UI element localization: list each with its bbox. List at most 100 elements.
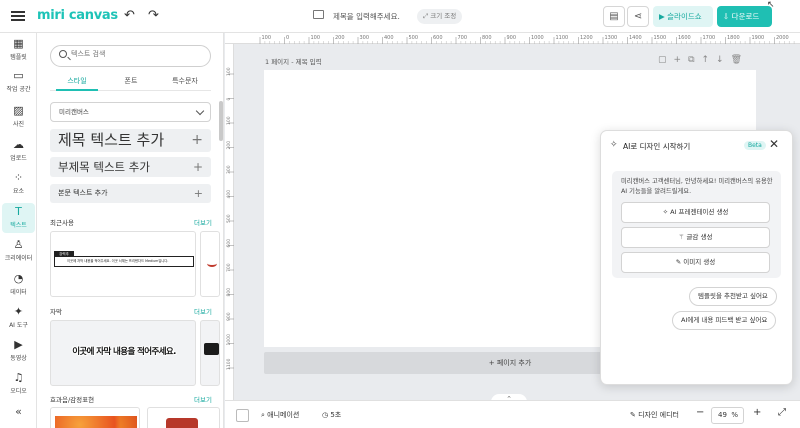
- app-logo[interactable]: miri canvas: [37, 8, 118, 23]
- panel-tabs: 스타일 폰트 특수문자: [50, 73, 211, 91]
- page-thumbnail-toggle[interactable]: [236, 409, 249, 422]
- zoom-value: 49: [718, 411, 727, 419]
- ruler-label: 100: [226, 67, 232, 76]
- left-rail: ▦ 템플릿 ▭ 작업 공간 ▨ 사진 ☁ 업로드 ⁘ 요소 T 텍스트 ♙ 크리에이터 ◔ 데이…: [0, 33, 37, 428]
- rail-item-template[interactable]: ▦ 템플릿: [0, 38, 37, 62]
- add-subtitle-button[interactable]: 부제목 텍스트 추가 +: [50, 157, 211, 177]
- page-header[interactable]: 1 페이지 - 제목 입력: [265, 56, 322, 66]
- subtitle-more-link[interactable]: 더보기: [194, 306, 212, 316]
- upload-icon: ☁: [13, 138, 24, 151]
- ruler-top-ticks: 100 0 100 200 300 400 500 600 700 800 900 1000 1100 1…: [259, 35, 795, 44]
- bottom-bar: ⌕ 애니메이션 ◷ 5초 ✎ 디자인 에디터 − 49% + ⤢: [225, 400, 800, 428]
- rail-item-workspace[interactable]: ▭ 작업 공간: [0, 70, 37, 94]
- recent-more-link[interactable]: 더보기: [194, 217, 212, 227]
- effects-style-card[interactable]: [50, 407, 140, 428]
- menu-icon[interactable]: [11, 9, 25, 23]
- collapse-rail-icon[interactable]: «: [0, 405, 37, 418]
- recent-card-tag: 강력추: [54, 251, 74, 257]
- search-input[interactable]: [71, 50, 201, 58]
- subtitle-style-card-2[interactable]: [200, 320, 220, 386]
- ruler-label: 1900: [752, 35, 765, 41]
- tab-font[interactable]: 폰트: [104, 76, 158, 86]
- rail-item-elements[interactable]: ⁘ 요소: [0, 171, 37, 196]
- duration-button[interactable]: ◷ 5초: [322, 410, 341, 420]
- recent-card-text: 이곳에 자막 내용을 적어주세요. 이곳 서체는 프리텐다드 Medium입니다…: [54, 256, 194, 267]
- ruler-label: 900: [507, 35, 517, 41]
- resize-button[interactable]: ⤢ 크기 조정: [417, 9, 463, 24]
- ruler-label: 700: [226, 263, 232, 272]
- rail-label: 크리에이터: [4, 255, 33, 262]
- rail-label: 데이터: [10, 289, 27, 296]
- rail-item-ai-tool[interactable]: ✦ AI 도구: [0, 305, 37, 330]
- search-box[interactable]: [50, 45, 211, 67]
- move-up-icon[interactable]: ↑: [702, 55, 717, 65]
- effects-style-card-2[interactable]: [147, 407, 220, 428]
- rail-item-data[interactable]: ◔ 데이터: [0, 273, 37, 297]
- document-title[interactable]: 제목을 입력해주세요.: [333, 11, 400, 22]
- zoom-input[interactable]: 49%: [711, 407, 744, 424]
- elements-icon: ⁘: [13, 171, 24, 184]
- ai-writing-button[interactable]: ⚚ 글감 생성: [621, 227, 770, 248]
- ai-message-box: 미리캔버스 고객센터님, 안녕하세요! 미리캔버스의 유용한 AI 기능들을 알…: [612, 171, 781, 278]
- move-down-icon[interactable]: ↓: [716, 55, 731, 65]
- ruler-label: 900: [226, 312, 232, 321]
- copy-icon[interactable]: ⧉: [688, 55, 701, 65]
- ruler-label: 700: [458, 35, 468, 41]
- ruler-label: 400: [384, 35, 394, 41]
- tab-style[interactable]: 스타일: [50, 76, 104, 91]
- rail-item-text[interactable]: T 텍스트: [2, 203, 35, 233]
- template-recommend-chip[interactable]: 템플릿을 추천받고 싶어요: [689, 287, 777, 306]
- sparkle-icon: ✧: [610, 140, 618, 150]
- rail-item-audio[interactable]: ♫ 오디오: [0, 372, 37, 396]
- design-editor-button[interactable]: ✎ 디자인 에디터: [630, 410, 679, 420]
- ai-tool-icon: ✦: [13, 305, 24, 318]
- memo-icon[interactable]: ▢: [658, 55, 674, 65]
- redo-icon[interactable]: ↷: [148, 8, 159, 23]
- ruler-label: 800: [226, 288, 232, 297]
- zoom-out-icon[interactable]: −: [696, 407, 704, 418]
- tab-special-chars[interactable]: 특수문자: [158, 76, 212, 86]
- fit-screen-icon[interactable]: ⤢: [778, 407, 786, 418]
- plus-icon: +: [191, 132, 203, 148]
- panel-scrollbar[interactable]: [219, 101, 223, 141]
- undo-icon[interactable]: ↶: [124, 8, 135, 23]
- ai-feedback-chip[interactable]: AI에게 내용 피드백 받고 싶어요: [672, 311, 777, 330]
- rail-label: 업로드: [10, 155, 27, 162]
- ai-image-button[interactable]: ✎ 이미지 생성: [621, 252, 770, 273]
- ruler-label: 500: [226, 214, 232, 223]
- ruler-label: 1100: [226, 358, 232, 370]
- rail-item-photo[interactable]: ▨ 사진: [0, 105, 37, 129]
- add-title-button[interactable]: 제목 텍스트 추가 +: [50, 129, 211, 152]
- close-icon[interactable]: ✕: [769, 137, 779, 151]
- font-select[interactable]: 미리캔버스: [50, 102, 211, 122]
- folder-icon[interactable]: [313, 10, 324, 19]
- add-body-button[interactable]: 본문 텍스트 추가 +: [50, 184, 211, 203]
- slideshow-button[interactable]: ▶ 슬라이드쇼: [653, 6, 713, 27]
- share-icon[interactable]: ⋖: [627, 6, 649, 27]
- clipboard-icon[interactable]: ▤: [603, 6, 625, 27]
- ruler-label: 0: [226, 98, 232, 101]
- subtitle-card-box: [204, 343, 219, 355]
- rail-item-upload[interactable]: ☁ 업로드: [0, 138, 37, 163]
- rail-item-creator[interactable]: ♙ 크리에이터: [0, 239, 37, 263]
- rail-item-video[interactable]: ▶ 동영상: [0, 339, 37, 363]
- ai-panel-title: AI로 디자인 시작하기: [623, 142, 691, 151]
- recent-style-card[interactable]: 이곳에 자막 내용을 적어주세요. 이곳 서체는 프리텐다드 Medium입니다…: [50, 231, 196, 297]
- ai-presentation-button[interactable]: ✧ AI 프레젠테이션 생성: [621, 202, 770, 223]
- ai-writing-label: 글감 생성: [686, 233, 713, 241]
- download-button[interactable]: ⇩ 다운로드: [717, 6, 772, 27]
- trash-icon[interactable]: 🗑: [731, 55, 749, 65]
- zoom-unit: %: [731, 411, 738, 419]
- ai-presentation-label: AI 프레젠테이션 생성: [670, 208, 729, 216]
- recent-style-card-2[interactable]: [200, 231, 220, 297]
- rail-label: 작업 공간: [6, 86, 31, 93]
- ruler-label: 1500: [654, 35, 667, 41]
- zoom-in-icon[interactable]: +: [753, 407, 761, 418]
- animation-button[interactable]: ⌕ 애니메이션: [261, 410, 299, 420]
- subtitle-style-card[interactable]: 이곳에 자막 내용을 적어주세요.: [50, 320, 196, 386]
- add-page-icon[interactable]: +: [674, 55, 689, 65]
- rail-label: 텍스트: [10, 222, 27, 229]
- ruler-label: 100: [226, 116, 232, 125]
- effects-more-link[interactable]: 더보기: [194, 394, 212, 404]
- duration-label: 5초: [330, 411, 342, 419]
